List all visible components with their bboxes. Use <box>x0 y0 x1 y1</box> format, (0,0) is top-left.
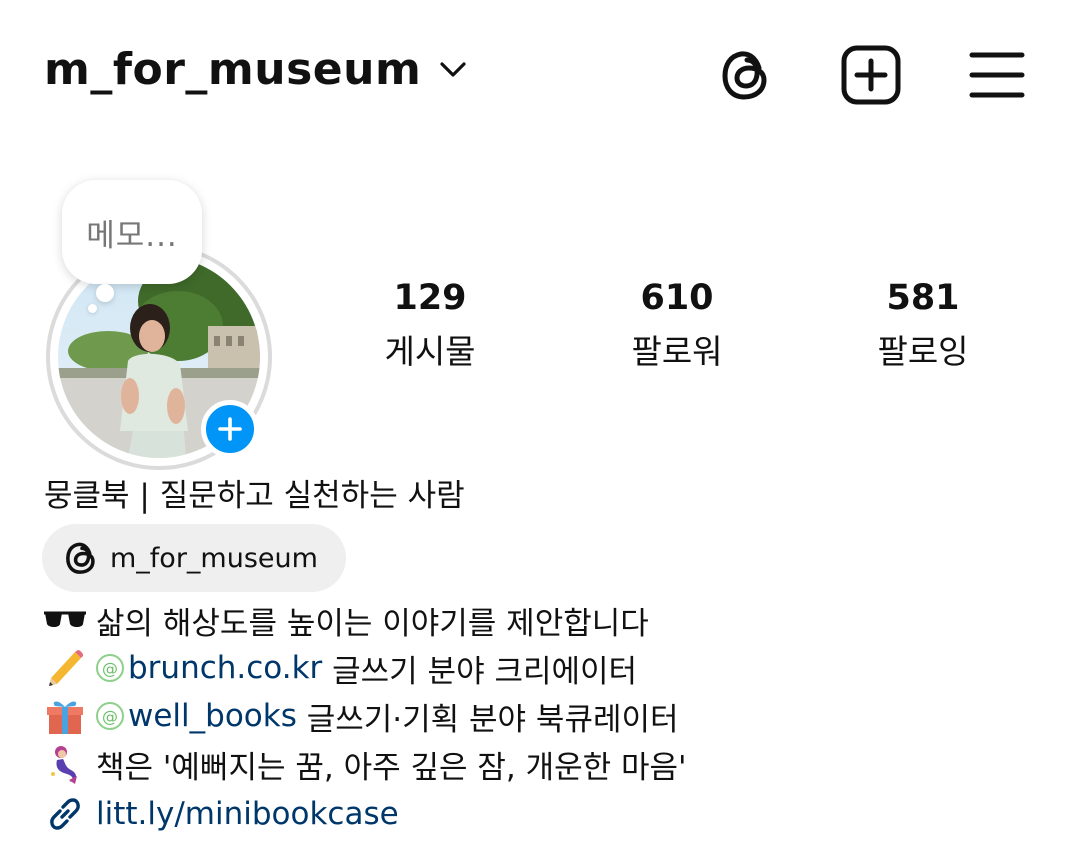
chevron-down-icon <box>439 61 467 83</box>
at-icon: @ <box>96 702 124 730</box>
mermaid-icon <box>42 744 88 784</box>
bio-line: @ well_books 글쓰기·기획 분야 북큐레이터 <box>42 694 679 738</box>
bio-text: 글쓰기 분야 크리에이터 <box>322 653 638 690</box>
pencil-icon <box>42 648 88 688</box>
gift-icon <box>42 696 88 736</box>
note-tail-dot <box>96 284 114 302</box>
link-icon <box>42 794 88 834</box>
bio-line: 삶의 해상도를 높이는 이야기를 제안합니다 <box>42 598 649 642</box>
followers-label: 팔로워 <box>631 332 723 371</box>
followers-stat[interactable]: 610 팔로워 <box>592 276 762 372</box>
note-tail-dot-small <box>88 304 97 313</box>
bio-link-line: litt.ly/minibookcase <box>42 792 399 836</box>
account-switcher[interactable]: m_for_museum <box>44 44 467 95</box>
posts-label: 게시물 <box>384 332 476 371</box>
posts-count: 129 <box>393 278 467 318</box>
posts-stat[interactable]: 129 게시물 <box>345 276 515 372</box>
brunch-mention-link[interactable]: brunch.co.kr <box>128 650 322 686</box>
bio-text: 삶의 해상도를 높이는 이야기를 제안합니다 <box>96 605 649 642</box>
following-stat[interactable]: 581 팔로잉 <box>838 276 1008 372</box>
create-post-icon[interactable] <box>838 42 904 108</box>
bio-text: 책은 '예뻐지는 꿈, 아주 깊은 잠, 개운한 마음' <box>96 749 687 786</box>
threads-handle: m_for_museum <box>110 542 318 574</box>
following-count: 581 <box>886 278 960 318</box>
note-text: 메모... <box>86 217 178 254</box>
profile-name: 뭉클북 | 질문하고 실천하는 사람 <box>44 478 465 514</box>
bio-line: @ brunch.co.kr 글쓰기 분야 크리에이터 <box>42 646 637 690</box>
following-label: 팔로잉 <box>877 332 969 371</box>
at-icon: @ <box>96 654 124 682</box>
followers-count: 610 <box>640 278 714 318</box>
username: m_for_museum <box>44 44 422 95</box>
well-books-mention-link[interactable]: well_books <box>128 698 297 734</box>
external-link[interactable]: litt.ly/minibookcase <box>96 796 399 832</box>
sunglasses-icon <box>42 600 88 640</box>
threads-badge-button[interactable]: m_for_museum <box>42 524 346 592</box>
bio-text: 글쓰기·기획 분야 북큐레이터 <box>296 701 679 738</box>
threads-icon[interactable] <box>714 42 780 108</box>
add-story-button[interactable] <box>201 400 259 458</box>
plus-icon <box>218 417 242 441</box>
profile-header: m_for_museum <box>0 0 1080 150</box>
menu-icon[interactable] <box>964 42 1030 108</box>
bio-line: 책은 '예뻐지는 꿈, 아주 깊은 잠, 개운한 마음' <box>42 742 687 786</box>
note-bubble[interactable]: 메모... <box>62 180 202 284</box>
threads-icon <box>66 542 95 574</box>
